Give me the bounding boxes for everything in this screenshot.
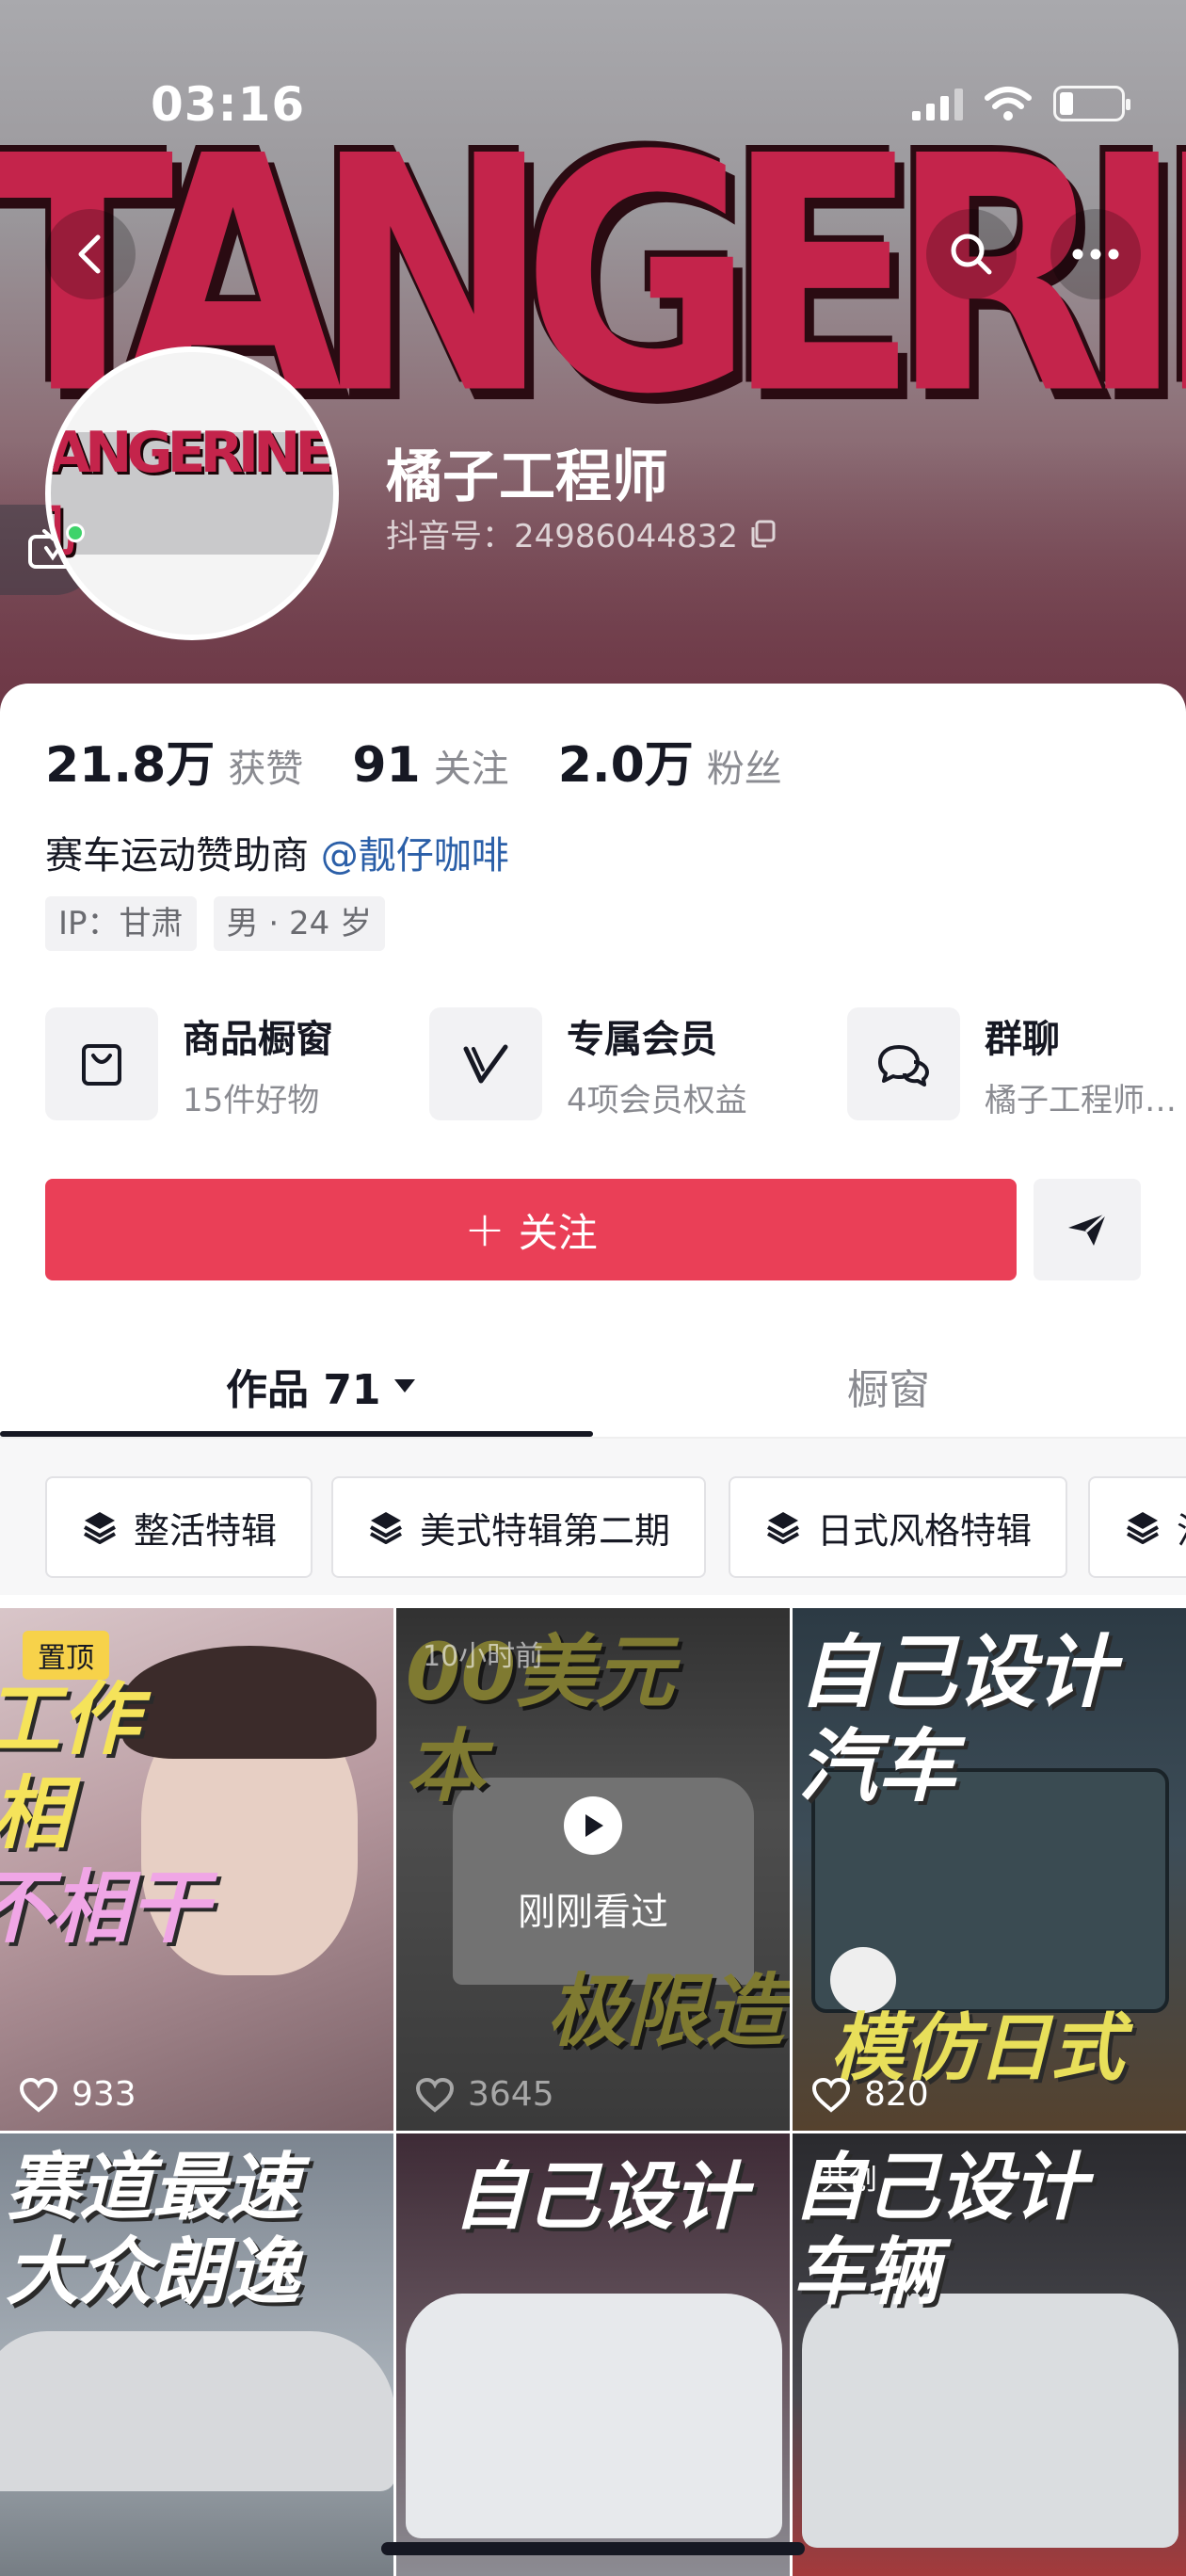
tab-works-label: 作品 71: [226, 1366, 381, 1414]
collections-row: 整活特辑 美式特辑第二期 日式风格特辑 泫: [0, 1439, 1186, 1595]
video-caption: 工作: [0, 1673, 140, 1765]
plus-icon: +: [464, 1201, 505, 1258]
avatar[interactable]: TANGERINER凡: [45, 346, 339, 640]
follow-button[interactable]: + 关注: [45, 1179, 1017, 1280]
video-tile[interactable]: 赛道最速 大众朗逸: [0, 2133, 393, 2576]
stats-row: 21.8万 获赞 91 关注 2.0万 粉丝: [45, 725, 831, 796]
video-tile[interactable]: 自己设计 汽车 模仿日式 820: [793, 1608, 1186, 2131]
layers-icon: [370, 1512, 402, 1544]
wifi-icon: [985, 87, 1032, 121]
layers-icon: [767, 1512, 799, 1544]
video-tile[interactable]: 工作 相 不相干 置顶 933: [0, 1608, 393, 2131]
back-button[interactable]: [45, 209, 136, 299]
tab-shop-window[interactable]: 橱窗: [847, 1356, 930, 1416]
bio-mention-link[interactable]: @靓仔咖啡: [321, 834, 509, 877]
bag-icon: [82, 1044, 121, 1086]
active-tab-indicator: [0, 1431, 593, 1437]
copy-icon[interactable]: [749, 520, 776, 548]
search-button[interactable]: [926, 209, 1017, 299]
collection-chip[interactable]: 日式风格特辑: [729, 1476, 1068, 1578]
video-caption: 自己设计: [798, 1626, 1115, 1718]
status-icons: [912, 85, 1130, 122]
service-shop-window[interactable]: 商品橱窗 15件好物: [45, 1007, 333, 1120]
chat-icon: [878, 1045, 929, 1087]
status-time: 03:16: [151, 77, 306, 132]
home-indicator[interactable]: [381, 2542, 805, 2555]
layers-icon: [1127, 1512, 1159, 1544]
thumbnail-car: [802, 2294, 1178, 2548]
signal-icon: [912, 87, 963, 121]
video-caption: 赛道最速: [6, 2146, 300, 2230]
post-time: 10小时前: [423, 1640, 544, 1673]
ip-location-tag: IP：甘肃: [45, 896, 197, 951]
like-count: 933: [19, 2075, 136, 2114]
co-creation-badge: 共创: [821, 2164, 877, 2197]
send-icon: [1068, 1212, 1108, 1246]
stat-following[interactable]: 91 关注: [352, 737, 508, 794]
gender-age-tag: 男 · 24 岁: [213, 896, 386, 951]
video-tile[interactable]: 00美元 本 极限造 10小时前 刚刚看过 3645: [396, 1608, 790, 2131]
thumbnail-car: [0, 2331, 393, 2491]
profile-tags: IP：甘肃 男 · 24 岁: [45, 896, 386, 951]
service-entries: 商品橱窗 15件好物 专属会员 4项会员权益 群聊 橘子工程师…: [45, 1007, 1186, 1126]
heart-icon: [811, 2077, 851, 2113]
video-tile[interactable]: 自己设计 车辆 共创: [793, 2133, 1186, 2576]
battery-icon: [1053, 86, 1130, 121]
play-icon: [564, 1796, 622, 1855]
send-message-button[interactable]: [1034, 1179, 1141, 1280]
collection-chip[interactable]: 整活特辑: [45, 1476, 313, 1578]
layers-icon: [84, 1512, 116, 1544]
heart-icon: [415, 2077, 455, 2113]
video-tile[interactable]: 自己设计: [396, 2133, 790, 2576]
video-caption: 自己设计: [453, 2155, 747, 2240]
caret-down-icon: [393, 1379, 415, 1393]
avatar-artwork: TANGERINER凡: [46, 419, 333, 565]
like-count: 820: [811, 2075, 929, 2114]
stat-followers[interactable]: 2.0万 粉丝: [558, 725, 782, 796]
collection-chip[interactable]: 美式特辑第二期: [331, 1476, 707, 1578]
service-membership[interactable]: 专属会员 4项会员权益: [429, 1007, 747, 1120]
service-group-chat[interactable]: 群聊 橘子工程师…: [847, 1007, 1177, 1120]
follow-label: 关注: [518, 1209, 598, 1256]
v-icon: [463, 1044, 508, 1084]
stat-likes[interactable]: 21.8万 获赞: [45, 725, 303, 796]
tab-works[interactable]: 作品 71: [226, 1356, 417, 1416]
pinned-badge: 置顶: [23, 1631, 109, 1680]
content-tabs: 作品 71 橱窗: [0, 1320, 1186, 1439]
just-watched-label: 刚刚看过: [518, 1891, 668, 1934]
douyin-id-text: 抖音号：24986044832: [386, 518, 738, 555]
search-icon: [951, 233, 992, 275]
bio: 赛车运动赞助商 @靓仔咖啡: [45, 825, 509, 879]
chevron-left-icon: [78, 234, 101, 274]
collection-chip[interactable]: 泫: [1088, 1476, 1186, 1578]
more-button[interactable]: [1050, 209, 1141, 299]
like-count: 3645: [415, 2075, 554, 2114]
online-status-dot: [66, 523, 85, 542]
thumbnail-car: [406, 2294, 782, 2538]
more-dots-icon: [1072, 249, 1119, 260]
douyin-id[interactable]: 抖音号：24986044832: [386, 510, 776, 556]
bio-text: 赛车运动赞助商: [45, 834, 309, 877]
heart-icon: [19, 2077, 58, 2113]
profile-nickname: 橘子工程师: [386, 444, 668, 510]
